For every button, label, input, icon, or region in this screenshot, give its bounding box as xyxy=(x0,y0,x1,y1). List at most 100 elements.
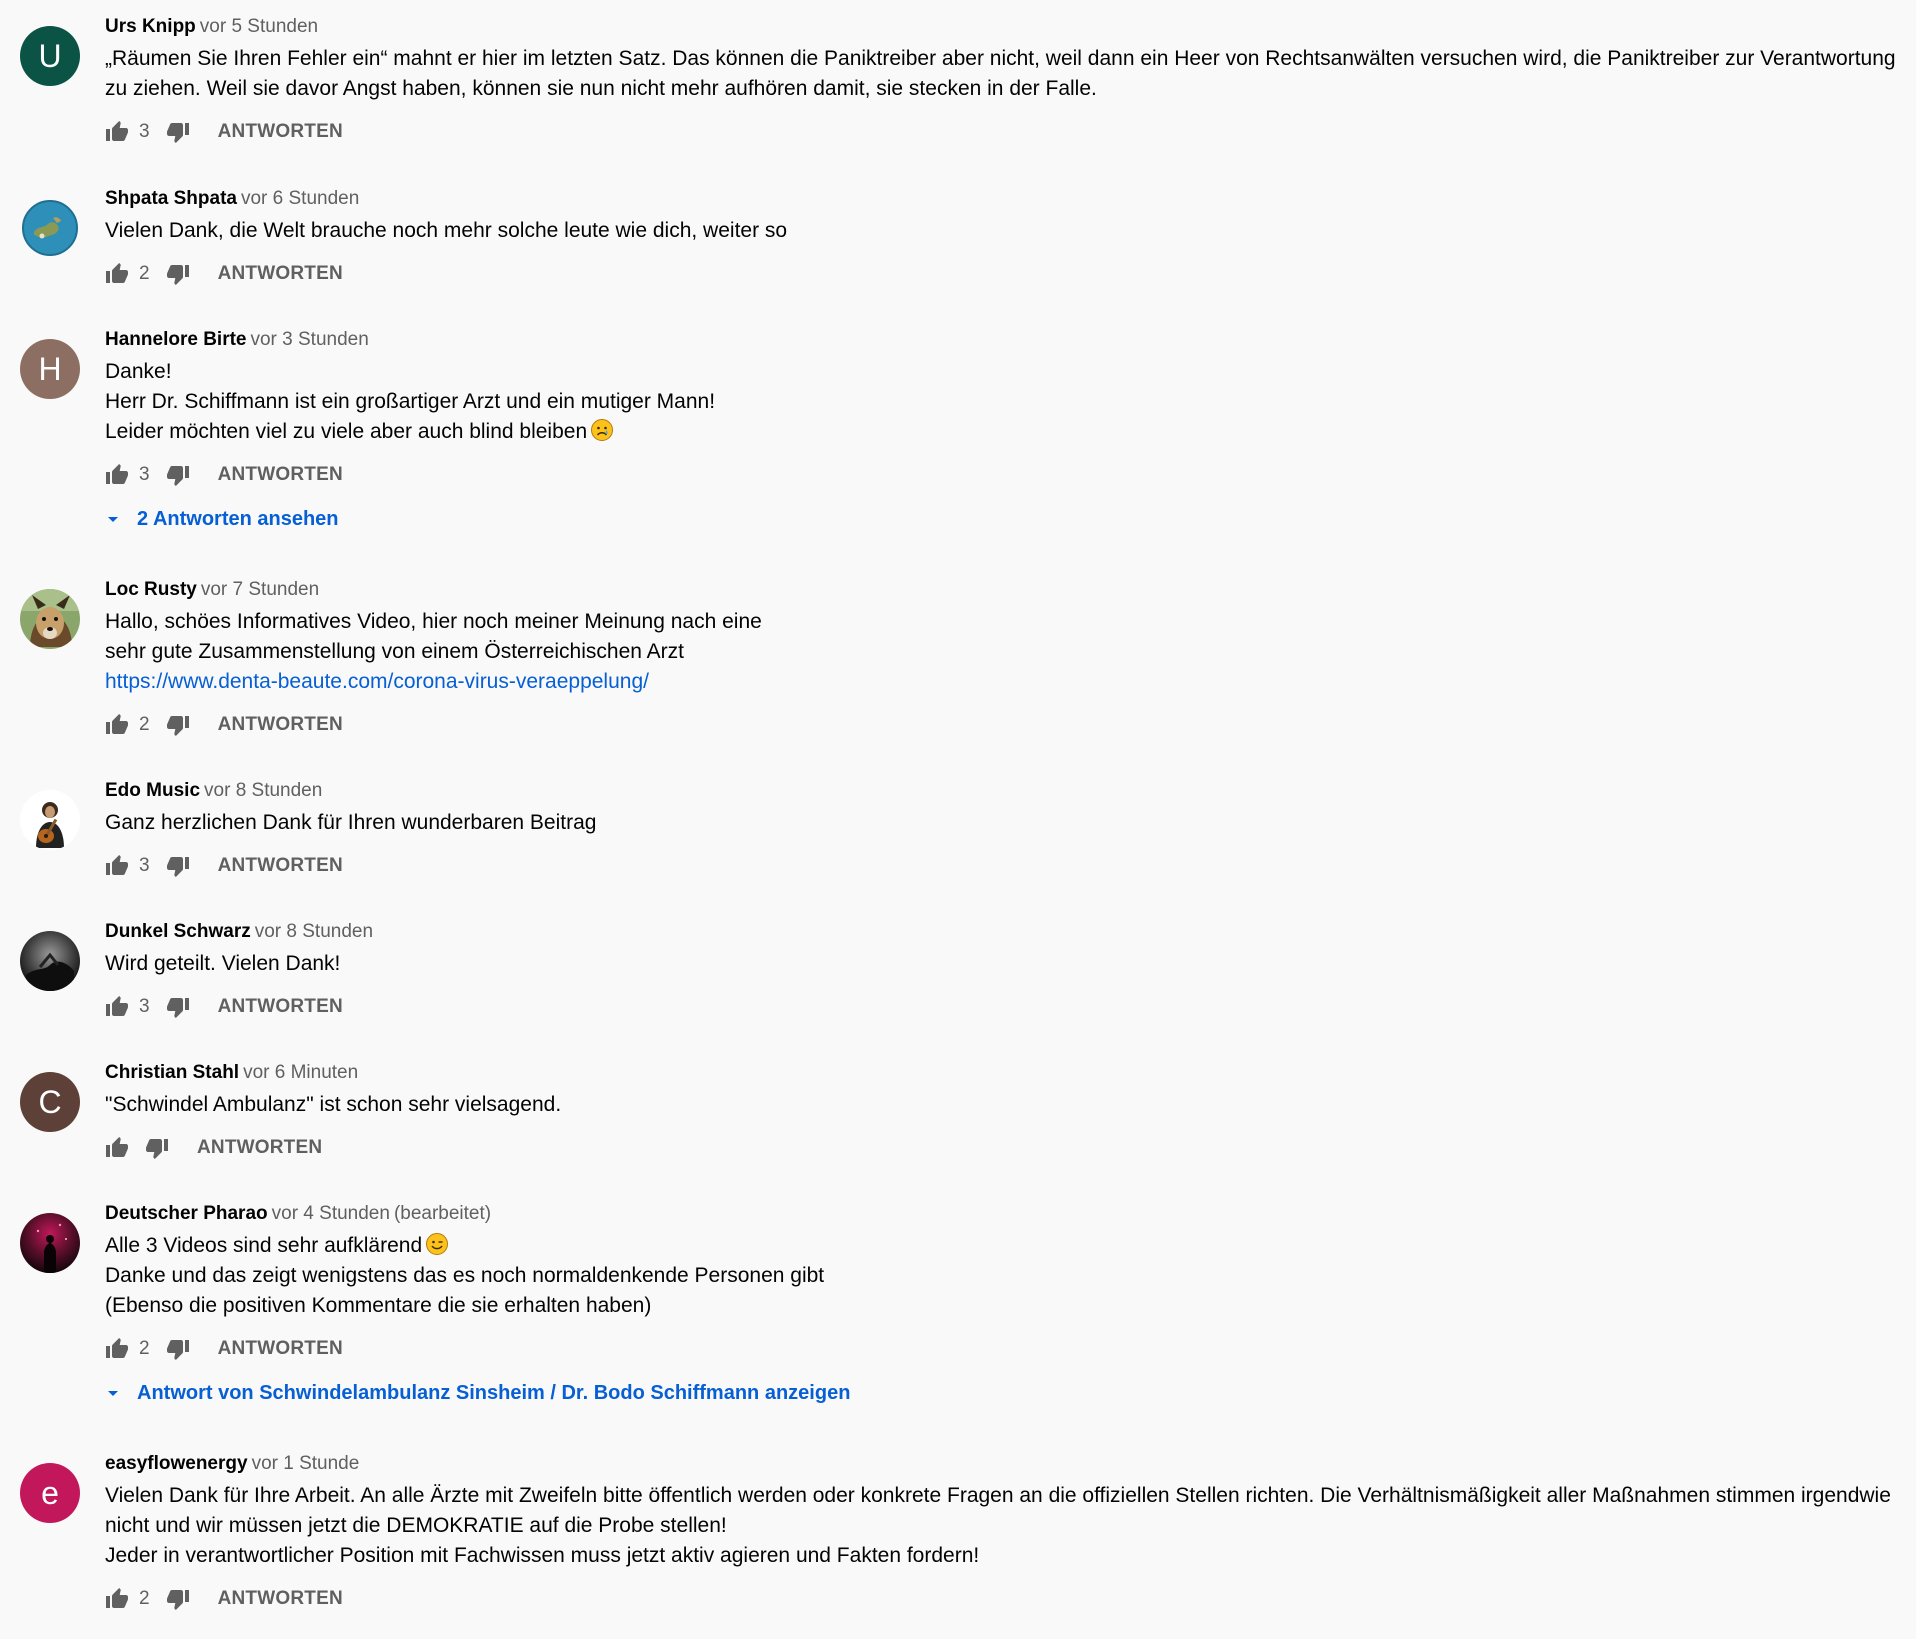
avatar[interactable] xyxy=(20,790,80,850)
like-count: 3 xyxy=(139,121,150,142)
comment-header: Deutscher Pharao vor 4 Stunden (bearbeitet… xyxy=(105,1199,1898,1229)
thumbs-down-icon[interactable] xyxy=(162,709,194,741)
thumbs-up-icon[interactable] xyxy=(101,991,133,1023)
reply-button[interactable]: ANTWORTEN xyxy=(218,714,343,736)
thumbs-up-icon[interactable] xyxy=(101,1333,133,1365)
comment-text-content: "Schwindel Ambulanz" ist schon sehr viel… xyxy=(105,1093,562,1116)
comment-text-content: Danke! xyxy=(105,360,172,383)
like-count: 2 xyxy=(139,1588,150,1609)
author-name[interactable]: Loc Rusty xyxy=(105,579,197,600)
author-name[interactable]: Shpata Shpata xyxy=(105,188,237,209)
comment-actions: 3 ANTWORTEN xyxy=(101,114,1898,150)
comment-text-content: Vielen Dank, die Welt brauche noch mehr … xyxy=(105,219,788,242)
comment-timestamp[interactable]: vor 6 Minuten xyxy=(243,1062,358,1083)
comment-timestamp[interactable]: vor 3 Stunden xyxy=(250,329,368,350)
comment-timestamp[interactable]: vor 7 Stunden xyxy=(201,579,319,600)
author-name[interactable]: Edo Music xyxy=(105,780,200,801)
thumbs-up-icon[interactable] xyxy=(101,258,133,290)
thumbs-up-icon[interactable] xyxy=(101,459,133,491)
comment-body: Christian Stahl vor 6 Minuten "Schwindel A… xyxy=(105,1058,1898,1166)
avatar[interactable]: e xyxy=(20,1463,80,1523)
comment-body: Loc Rusty vor 7 Stunden Hallo, schöes Info… xyxy=(105,575,1898,743)
view-replies-link[interactable]: Antwort von Schwindelambulanz Sinsheim /… xyxy=(101,1375,1898,1411)
thumbs-down-icon[interactable] xyxy=(162,1333,194,1365)
avatar[interactable]: C xyxy=(20,1072,80,1132)
thumbs-down-icon[interactable] xyxy=(162,258,194,290)
avatar[interactable] xyxy=(20,589,80,649)
reply-button[interactable]: ANTWORTEN xyxy=(218,1338,343,1360)
comment-link[interactable]: https://www.denta-beaute.com/corona-viru… xyxy=(105,670,649,693)
view-replies-link[interactable]: 2 Antworten ansehen xyxy=(101,501,1898,537)
comment-timestamp[interactable]: vor 5 Stunden xyxy=(200,16,318,37)
reply-button[interactable]: ANTWORTEN xyxy=(218,464,343,486)
sad-face-emoji-icon xyxy=(591,419,614,441)
author-name[interactable]: Deutscher Pharao xyxy=(105,1203,268,1224)
reply-button[interactable]: ANTWORTEN xyxy=(218,855,343,877)
author-name[interactable]: Hannelore Birte xyxy=(105,329,246,350)
comment-timestamp[interactable]: vor 4 Stunden xyxy=(272,1203,390,1224)
comment-text-line: Ganz herzlichen Dank für Ihren wunderbar… xyxy=(105,808,1898,838)
author-name[interactable]: easyflowenergy xyxy=(105,1453,248,1474)
comment-text-content: sehr gute Zusammenstellung von einem Öst… xyxy=(105,640,684,663)
avatar[interactable] xyxy=(20,198,80,258)
thumbs-down-icon[interactable] xyxy=(162,850,194,882)
avatar[interactable]: U xyxy=(20,26,80,86)
comment-actions: 3 ANTWORTEN xyxy=(101,989,1898,1025)
comment-text: Hallo, schöes Informatives Video, hier n… xyxy=(105,607,1898,697)
comment-text: Danke! Herr Dr. Schiffmann ist ein großar… xyxy=(105,357,1898,447)
thumbs-up-icon[interactable] xyxy=(101,1583,133,1615)
comment-text-content: Ganz herzlichen Dank für Ihren wunderbar… xyxy=(105,811,597,834)
comment-body: Deutscher Pharao vor 4 Stunden (bearbeitet… xyxy=(105,1199,1898,1411)
comment-body: easyflowenergy vor 1 Stunde Vielen Dank fü… xyxy=(105,1449,1898,1617)
thumbs-down-icon[interactable] xyxy=(162,459,194,491)
thumbs-up-icon[interactable] xyxy=(101,850,133,882)
comment-text: „Räumen Sie Ihren Fehler ein“ mahnt er h… xyxy=(105,44,1898,104)
comment-timestamp[interactable]: vor 8 Stunden xyxy=(204,780,322,801)
thumbs-down-icon[interactable] xyxy=(162,116,194,148)
like-count: 3 xyxy=(139,855,150,876)
view-replies-label: Antwort von Schwindelambulanz Sinsheim /… xyxy=(137,1381,851,1404)
reply-button[interactable]: ANTWORTEN xyxy=(218,263,343,285)
thumbs-down-icon[interactable] xyxy=(162,991,194,1023)
author-name[interactable]: Dunkel Schwarz xyxy=(105,921,251,942)
comment-timestamp[interactable]: vor 8 Stunden xyxy=(255,921,373,942)
reply-button[interactable]: ANTWORTEN xyxy=(197,1137,322,1159)
comment-body: Shpata Shpata vor 6 Stunden Vielen Dank, d… xyxy=(105,184,1898,292)
comment-text-line: Vielen Dank für Ihre Arbeit. An alle Ärz… xyxy=(105,1481,1898,1541)
author-name[interactable]: Christian Stahl xyxy=(105,1062,239,1083)
comment-text-line: Wird geteilt. Vielen Dank! xyxy=(105,949,1898,979)
comment-text: Wird geteilt. Vielen Dank! xyxy=(105,949,1898,979)
comment-timestamp[interactable]: vor 1 Stunde xyxy=(252,1453,360,1474)
comment-text: Ganz herzlichen Dank für Ihren wunderbar… xyxy=(105,808,1898,838)
thumbs-up-icon[interactable] xyxy=(101,1132,133,1164)
caret-down-icon xyxy=(101,1381,137,1405)
comment-actions: ANTWORTEN xyxy=(101,1130,1898,1166)
comment-text-content: Vielen Dank für Ihre Arbeit. An alle Ärz… xyxy=(105,1484,1891,1537)
author-name[interactable]: Urs Knipp xyxy=(105,16,196,37)
comment-body: Urs Knipp vor 5 Stunden „Räumen Sie Ihren … xyxy=(105,12,1898,150)
view-replies-label: 2 Antworten ansehen xyxy=(137,507,339,530)
comment-text-line: "Schwindel Ambulanz" ist schon sehr viel… xyxy=(105,1090,1898,1120)
comment-actions: 2 ANTWORTEN xyxy=(101,1331,1898,1367)
avatar[interactable] xyxy=(20,1213,80,1273)
comment-timestamp[interactable]: vor 6 Stunden xyxy=(241,188,359,209)
thumbs-down-icon[interactable] xyxy=(141,1132,173,1164)
reply-button[interactable]: ANTWORTEN xyxy=(218,1588,343,1610)
reply-button[interactable]: ANTWORTEN xyxy=(218,996,343,1018)
comment-text-content: Wird geteilt. Vielen Dank! xyxy=(105,952,341,975)
thumbs-up-icon[interactable] xyxy=(101,709,133,741)
thumbs-up-icon[interactable] xyxy=(101,116,133,148)
comment-text-line: Herr Dr. Schiffmann ist ein großartiger … xyxy=(105,387,1898,417)
like-count: 2 xyxy=(139,1338,150,1359)
comment-header: Edo Music vor 8 Stunden xyxy=(105,776,1898,806)
comment-text: Vielen Dank für Ihre Arbeit. An alle Ärz… xyxy=(105,1481,1898,1571)
comment-actions: 2 ANTWORTEN xyxy=(101,707,1898,743)
reply-button[interactable]: ANTWORTEN xyxy=(218,121,343,143)
like-count: 2 xyxy=(139,263,150,284)
comment-text: "Schwindel Ambulanz" ist schon sehr viel… xyxy=(105,1090,1898,1120)
avatar[interactable] xyxy=(20,931,80,991)
comment-header: Hannelore Birte vor 3 Stunden xyxy=(105,325,1898,355)
thumbs-down-icon[interactable] xyxy=(162,1583,194,1615)
comment-header: Urs Knipp vor 5 Stunden xyxy=(105,12,1898,42)
avatar[interactable]: H xyxy=(20,339,80,399)
